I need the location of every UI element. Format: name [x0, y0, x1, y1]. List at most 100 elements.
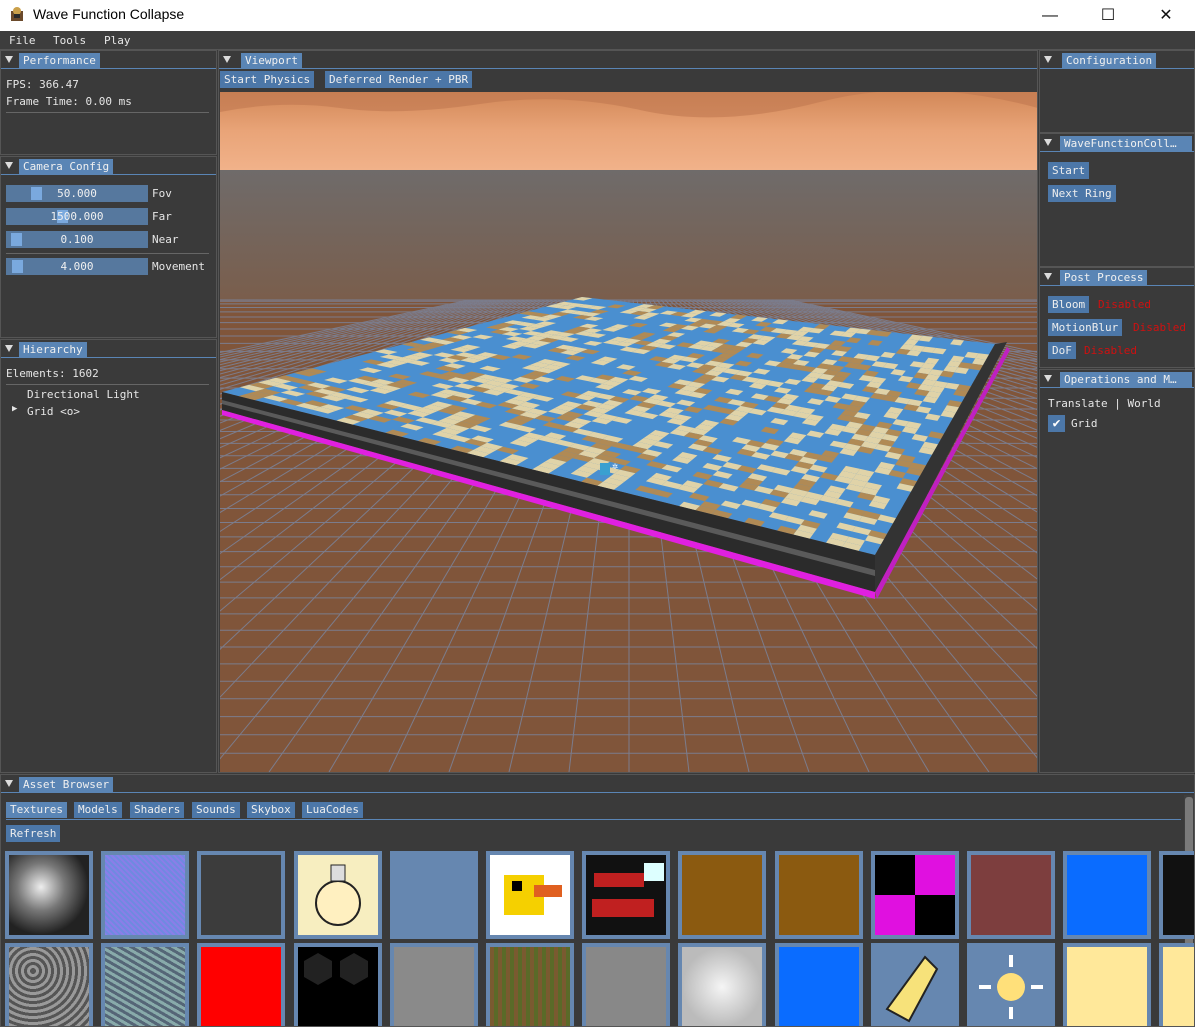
dof-toggle[interactable]: DoF: [1048, 342, 1076, 359]
refresh-button[interactable]: Refresh: [6, 825, 61, 842]
collapse-arrow-icon[interactable]: [1044, 273, 1052, 280]
viewport-panel: Viewport Start Physics Deferred Render +…: [218, 50, 1038, 773]
asset-thumb-red-texture[interactable]: [197, 943, 286, 1026]
asset-thumb-maroon-texture[interactable]: [967, 851, 1055, 939]
asset-thumb-noise-texture[interactable]: [5, 851, 93, 939]
panel-divider: [1040, 68, 1194, 69]
asset-tab-luacodes[interactable]: LuaCodes: [302, 802, 363, 818]
wfc-start-button[interactable]: Start: [1048, 162, 1090, 179]
asset-thumb-checker-texture[interactable]: [870, 851, 959, 939]
panel-tab-wfc[interactable]: WaveFunctionColl…: [1060, 136, 1192, 151]
asset-thumb-bark-texture[interactable]: [486, 943, 574, 1026]
asset-thumb-rock-texture[interactable]: [5, 943, 93, 1026]
asset-thumb-hexagon-texture[interactable]: [293, 943, 382, 1026]
post-process-panel: Post Process Bloom Disabled MotionBlur D…: [1039, 267, 1195, 368]
dof-status: Disabled: [1084, 344, 1137, 357]
asset-thumb-brown-texture[interactable]: [678, 851, 767, 939]
app-icon: [11, 7, 23, 21]
panel-divider: [1, 792, 1194, 793]
collapse-arrow-icon[interactable]: [5, 780, 13, 787]
collapse-arrow-icon[interactable]: [1044, 375, 1052, 382]
fps-readout: FPS: 366.47: [6, 78, 79, 91]
collapse-arrow-icon[interactable]: [223, 56, 231, 63]
player-marker: [600, 463, 610, 475]
panel-tab-performance[interactable]: Performance: [19, 53, 100, 68]
asset-thumb-cream-texture[interactable]: [1063, 943, 1152, 1026]
cloud-texture-preview: [682, 947, 763, 1026]
bark-texture-preview: [490, 947, 570, 1026]
menu-file[interactable]: File: [9, 34, 36, 47]
panel-tab-configuration[interactable]: Configuration: [1062, 53, 1157, 68]
slider-value: 4.000: [60, 260, 94, 273]
asset-thumb-ice-texture[interactable]: [101, 943, 190, 1026]
scene-view[interactable]: ✲: [220, 92, 1038, 772]
render-mode-button[interactable]: Deferred Render + PBR: [325, 71, 473, 88]
airplane-sprite-preview: [586, 855, 667, 935]
collapse-arrow-icon[interactable]: [5, 162, 13, 169]
blue-gray-texture-preview: [393, 855, 474, 935]
asset-thumb-airplane-sprite[interactable]: [582, 851, 671, 939]
camera-slider-movement[interactable]: 4.000: [6, 258, 148, 275]
hierarchy-item-grid[interactable]: Grid <o>: [27, 405, 80, 418]
asset-thumb-blue-gray-texture[interactable]: [389, 851, 478, 939]
brown-texture-preview: [682, 855, 763, 935]
menu-tools[interactable]: Tools: [53, 34, 86, 47]
camera-slider-fov[interactable]: 50.000: [6, 185, 148, 202]
asset-tab-sounds[interactable]: Sounds: [192, 802, 240, 818]
asset-thumb-cream-texture-2[interactable]: [1159, 943, 1194, 1026]
hierarchy-item-directional-light[interactable]: Directional Light: [27, 388, 140, 401]
minimize-button[interactable]: —: [1021, 0, 1079, 31]
wfc-next-ring-button[interactable]: Next Ring: [1048, 185, 1116, 202]
asset-thumb-blue-texture[interactable]: [1063, 851, 1152, 939]
asset-tab-textures[interactable]: Textures: [6, 802, 67, 818]
asset-thumb-normal-map-texture[interactable]: [101, 851, 190, 939]
panel-tab-viewport[interactable]: Viewport: [241, 53, 302, 68]
expand-arrow-icon[interactable]: ▶: [12, 404, 17, 414]
asset-thumb-partial-texture[interactable]: [1159, 851, 1194, 939]
panel-divider: [1, 68, 216, 69]
separator: [6, 112, 209, 113]
grid-checkbox[interactable]: ✔: [1048, 415, 1065, 432]
bloom-toggle[interactable]: Bloom: [1048, 296, 1090, 313]
menu-play[interactable]: Play: [104, 34, 131, 47]
camera-slider-far[interactable]: 1500.000: [6, 208, 148, 225]
asset-browser-panel: Asset Browser Textures Models Shaders Sound…: [0, 774, 1195, 1027]
collapse-arrow-icon[interactable]: [5, 56, 13, 63]
normal-map-texture-preview: [105, 855, 186, 935]
panel-divider: [1040, 387, 1194, 388]
panel-tab-post-process[interactable]: Post Process: [1060, 270, 1148, 285]
panel-tab-camera-config[interactable]: Camera Config: [19, 159, 114, 174]
asset-thumb-sun-icon[interactable]: [967, 943, 1055, 1026]
transform-mode-label[interactable]: Translate | World: [1048, 397, 1161, 410]
collapse-arrow-icon[interactable]: [1044, 139, 1052, 146]
collapse-arrow-icon[interactable]: [1044, 56, 1052, 63]
panel-tab-hierarchy[interactable]: Hierarchy: [19, 342, 87, 357]
asset-thumb-spotlight-icon[interactable]: [870, 943, 959, 1026]
asset-thumb-bird-sprite[interactable]: [486, 851, 574, 939]
maroon-texture-preview: [971, 855, 1051, 935]
asset-thumb-lightbulb-icon[interactable]: [293, 851, 382, 939]
asset-thumb-dark-texture[interactable]: [197, 851, 286, 939]
camera-slider-near[interactable]: 0.100: [6, 231, 148, 248]
maximize-button[interactable]: ☐: [1079, 0, 1137, 31]
asset-thumb-concrete-texture[interactable]: [389, 943, 478, 1026]
hexagon-texture-preview: [297, 947, 378, 1026]
asset-tab-models[interactable]: Models: [74, 802, 122, 818]
cream-texture-preview: [1067, 947, 1148, 1026]
collapse-arrow-icon[interactable]: [5, 345, 13, 352]
operations-panel: Operations and M… Translate | World ✔ Gr…: [1039, 369, 1195, 773]
asset-thumb-blue-texture-2[interactable]: [774, 943, 863, 1026]
start-physics-button[interactable]: Start Physics: [220, 71, 315, 88]
asset-thumb-brown-texture-2[interactable]: [774, 851, 863, 939]
slider-label: Far: [152, 210, 172, 223]
bird-sprite-preview: [490, 855, 570, 935]
motion-blur-toggle[interactable]: MotionBlur: [1048, 319, 1123, 336]
asset-thumb-cloud-texture[interactable]: [678, 943, 767, 1026]
asset-tab-shaders[interactable]: Shaders: [130, 802, 185, 818]
panel-tab-asset-browser[interactable]: Asset Browser: [19, 777, 114, 792]
slider-value: 1500.000: [50, 210, 104, 223]
close-button[interactable]: ✕: [1137, 0, 1195, 31]
panel-tab-operations[interactable]: Operations and M…: [1060, 372, 1192, 387]
asset-thumb-gray-texture[interactable]: [582, 943, 671, 1026]
asset-tab-skybox[interactable]: Skybox: [247, 802, 295, 818]
